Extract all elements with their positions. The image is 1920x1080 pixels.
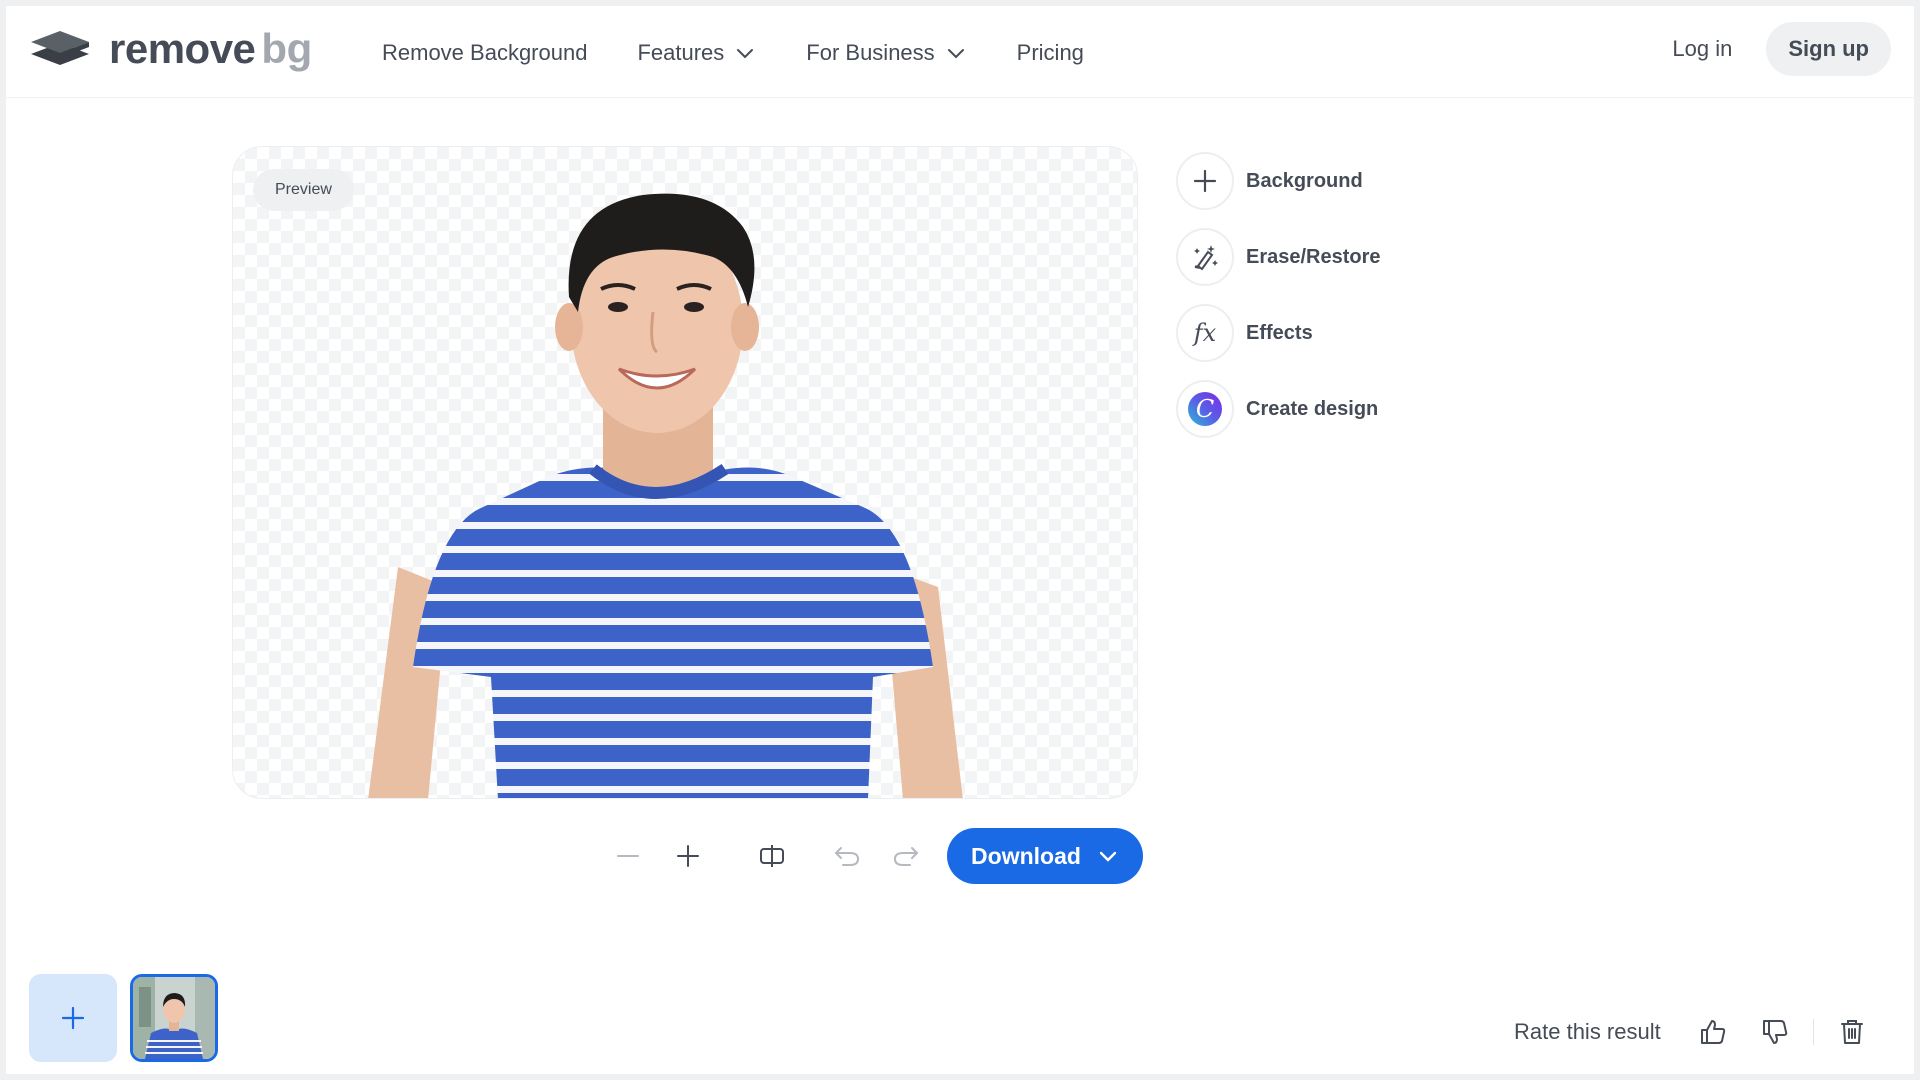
undo-button[interactable] xyxy=(825,828,869,884)
zoom-in-button[interactable] xyxy=(666,828,710,884)
zoom-out-button[interactable] xyxy=(606,828,650,884)
tool-effects[interactable]: fx Effects xyxy=(1176,304,1496,362)
tool-create-design[interactable]: C Create design xyxy=(1176,380,1496,438)
rate-label: Rate this result xyxy=(1514,1019,1661,1044)
preview-canvas[interactable]: Preview xyxy=(232,146,1138,799)
brand-logo[interactable]: remove bg xyxy=(29,24,312,74)
upload-new-button[interactable] xyxy=(29,974,117,1062)
nav-label: Pricing xyxy=(1016,40,1084,65)
fx-icon: fx xyxy=(1193,319,1217,347)
chevron-down-icon xyxy=(737,49,754,59)
app-window: remove bg Remove Background Features For… xyxy=(6,6,1914,1074)
plus-icon xyxy=(1193,169,1217,193)
image-thumbnail[interactable] xyxy=(130,974,218,1062)
compare-button[interactable] xyxy=(750,828,794,884)
brand-word-remove: remove xyxy=(109,25,256,72)
tool-background[interactable]: Background xyxy=(1176,152,1496,210)
canvas-toolbar: Download xyxy=(606,828,1146,884)
top-header: remove bg Remove Background Features For… xyxy=(6,6,1914,98)
tool-label: Effects xyxy=(1246,321,1313,344)
preview-badge: Preview xyxy=(253,169,354,211)
thumbs-down-button[interactable] xyxy=(1753,1010,1797,1054)
nav-label: Features xyxy=(637,40,725,65)
login-link[interactable]: Log in xyxy=(1672,36,1732,62)
trash-icon xyxy=(1840,1020,1863,1044)
minus-icon xyxy=(617,855,639,857)
canva-logo-glyph: C xyxy=(1196,395,1214,423)
nav-features[interactable]: Features xyxy=(637,40,756,66)
nav-for-business[interactable]: For Business xyxy=(806,40,966,66)
tool-icon-wrap: fx xyxy=(1176,304,1234,362)
tool-icon-wrap: C xyxy=(1176,380,1234,438)
compare-icon xyxy=(760,845,784,867)
redo-icon xyxy=(893,847,918,866)
chevron-down-icon xyxy=(947,49,964,59)
subject-image xyxy=(368,193,963,798)
plus-icon xyxy=(61,1006,85,1030)
plus-icon xyxy=(677,845,699,867)
auth-area: Log in Sign up xyxy=(1672,22,1891,76)
main-nav: Remove Background Features For Business … xyxy=(382,34,1134,72)
nav-pricing[interactable]: Pricing xyxy=(1017,40,1084,66)
signup-button[interactable]: Sign up xyxy=(1766,22,1891,76)
undo-icon xyxy=(835,847,860,866)
download-button[interactable]: Download xyxy=(947,828,1143,884)
tool-label: Create design xyxy=(1246,397,1379,420)
tool-icon-wrap xyxy=(1176,152,1234,210)
editor-tools: Background Erase/Restore fx Effects C Cr… xyxy=(1176,152,1496,456)
tool-label: Erase/Restore xyxy=(1246,245,1381,268)
logo-layers-icon xyxy=(31,31,89,65)
nav-label: For Business xyxy=(806,40,935,65)
rating-divider xyxy=(1812,1019,1814,1045)
delete-button[interactable] xyxy=(1830,1010,1874,1054)
brand-word-bg: bg xyxy=(261,25,312,72)
thumbs-down-icon xyxy=(1762,1020,1787,1044)
tool-erase-restore[interactable]: Erase/Restore xyxy=(1176,228,1496,286)
download-label: Download xyxy=(971,842,1081,869)
canva-logo-icon: C xyxy=(1188,392,1222,426)
brand-wordmark: remove bg xyxy=(109,28,312,70)
nav-remove-background[interactable]: Remove Background xyxy=(382,40,587,66)
thumbnail-image xyxy=(133,977,215,1059)
chevron-down-icon xyxy=(1099,851,1117,862)
magic-brush-icon xyxy=(1194,245,1218,271)
thumbs-up-icon xyxy=(1700,1020,1725,1044)
tool-icon-wrap xyxy=(1176,228,1234,286)
tool-label: Background xyxy=(1246,169,1363,192)
rating-bar: Rate this result xyxy=(1464,1010,1914,1054)
thumbs-up-button[interactable] xyxy=(1691,1010,1735,1054)
nav-label: Remove Background xyxy=(382,40,588,65)
redo-button[interactable] xyxy=(884,828,928,884)
